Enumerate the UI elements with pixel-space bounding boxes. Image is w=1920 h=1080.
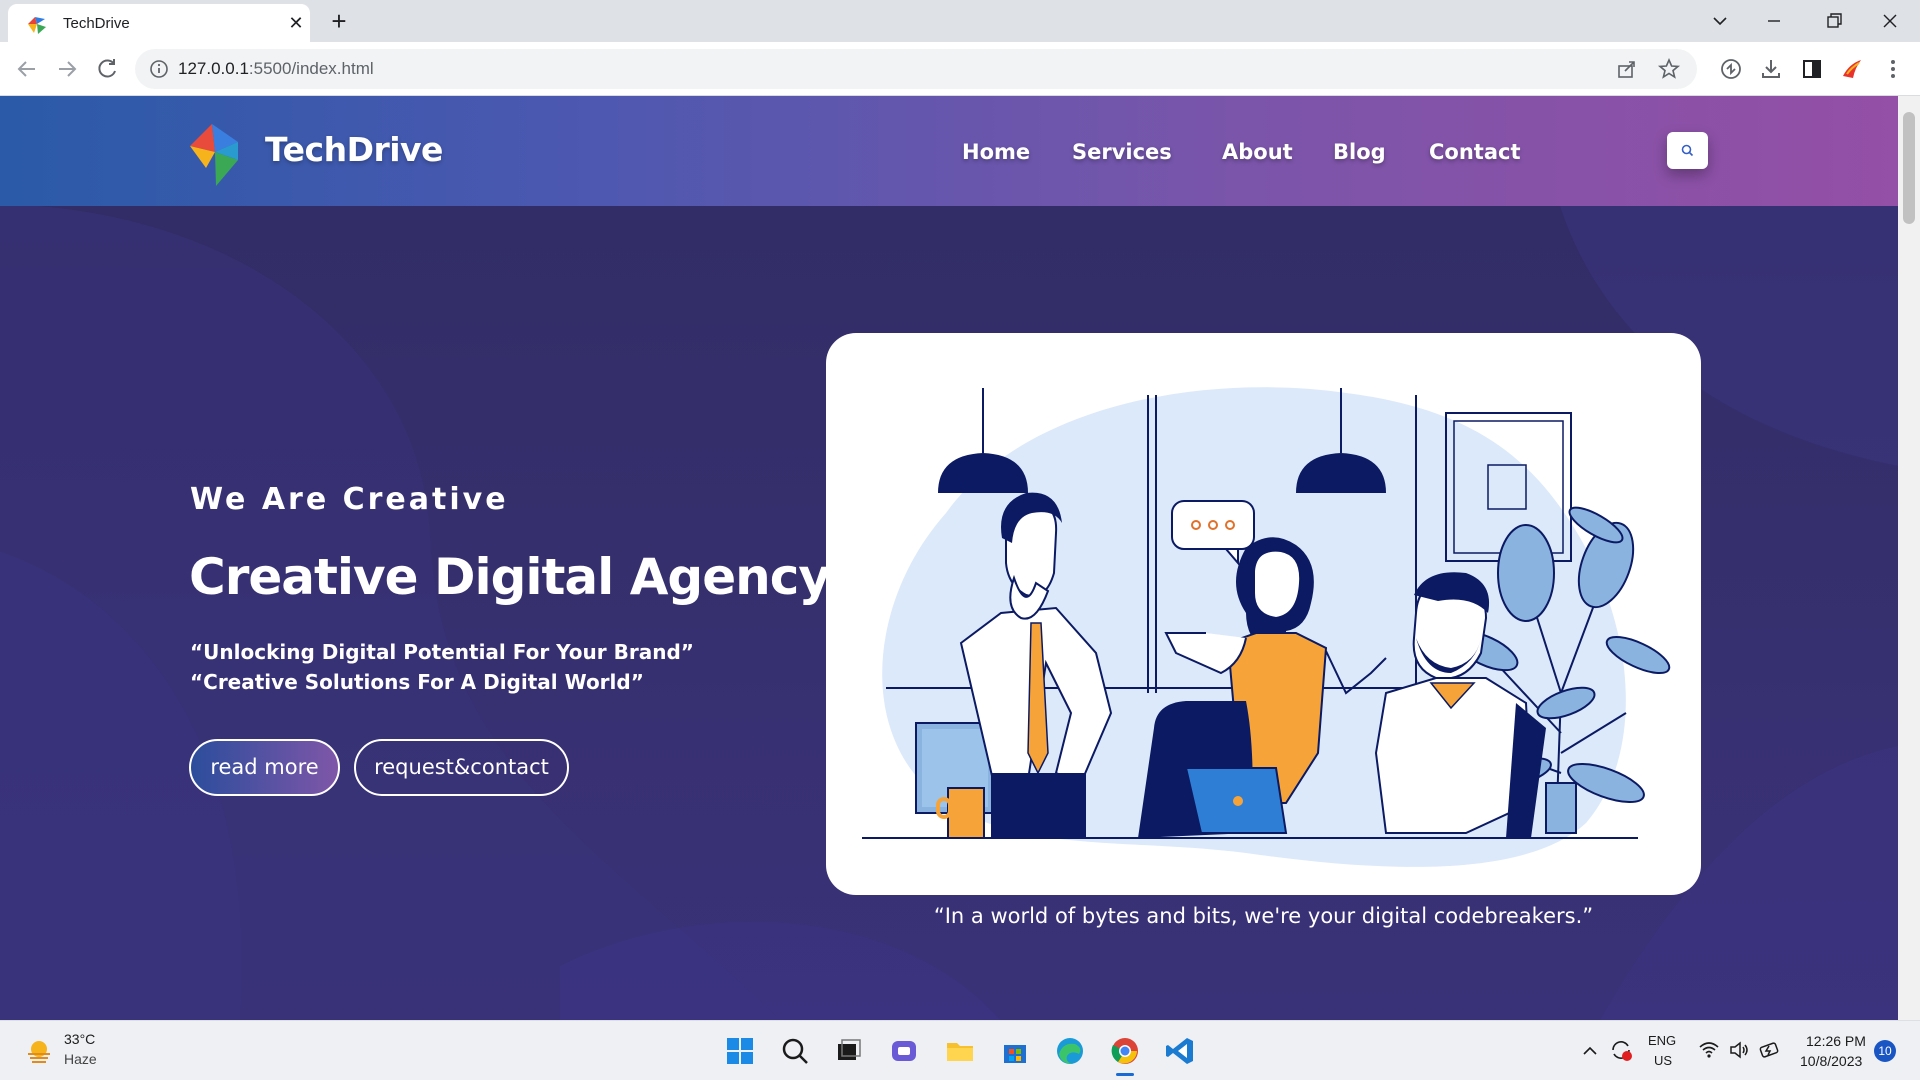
notification-badge[interactable]: 10	[1874, 1040, 1896, 1062]
illustration-caption: “In a world of bytes and bits, we're you…	[933, 904, 1594, 928]
web-page: TechDrive Home Services About Blog Conta…	[0, 96, 1898, 1020]
site-info-icon[interactable]	[149, 59, 169, 79]
scrollbar-thumb[interactable]	[1903, 112, 1915, 224]
nav-blog[interactable]: Blog	[1333, 140, 1386, 164]
edge-browser-icon[interactable]	[1053, 1034, 1087, 1068]
tab-search-chevron-icon[interactable]	[1700, 6, 1740, 36]
active-app-indicator	[1116, 1073, 1134, 1076]
file-explorer-icon[interactable]	[943, 1034, 977, 1068]
browser-tab[interactable]: TechDrive ✕	[8, 4, 310, 42]
forward-arrow-icon[interactable]	[50, 52, 84, 86]
chrome-menu-icon[interactable]	[1878, 54, 1908, 84]
teams-chat-icon[interactable]	[887, 1034, 921, 1068]
hero-illustration-card	[826, 333, 1701, 895]
weather-haze-icon[interactable]	[24, 1036, 54, 1066]
site-header: TechDrive Home Services About Blog Conta…	[0, 96, 1898, 206]
close-tab-icon[interactable]: ✕	[284, 11, 308, 35]
nav-services[interactable]: Services	[1072, 140, 1172, 164]
share-icon[interactable]	[1615, 57, 1639, 81]
url-text: 127.0.0.1:5500/index.html	[178, 59, 374, 79]
side-panel-icon[interactable]	[1797, 54, 1827, 84]
download-icon[interactable]	[1756, 54, 1786, 84]
language-indicator-bottom[interactable]: US	[1654, 1053, 1672, 1068]
task-view-icon[interactable]	[832, 1034, 866, 1068]
chrome-browser-icon[interactable]	[1108, 1034, 1142, 1068]
search-button[interactable]	[1667, 132, 1708, 169]
clock-date[interactable]: 10/8/2023	[1800, 1053, 1862, 1069]
read-more-button[interactable]: read more	[189, 739, 340, 796]
hero-headline: Creative Digital Agency	[189, 548, 831, 606]
restore-icon[interactable]	[1814, 6, 1854, 36]
search-taskbar-icon[interactable]	[778, 1034, 812, 1068]
url-omnibox[interactable]: 127.0.0.1:5500/index.html	[135, 49, 1697, 89]
wifi-icon[interactable]	[1698, 1039, 1720, 1061]
team-discussion-illustration	[862, 387, 1671, 867]
hero-tagline: We Are Creative	[190, 482, 509, 517]
sync-status-icon[interactable]	[1608, 1037, 1634, 1063]
extension-bird-icon[interactable]	[1837, 54, 1867, 84]
show-hidden-icons-chevron-icon[interactable]	[1580, 1041, 1600, 1061]
tab-title: TechDrive	[63, 15, 130, 32]
back-arrow-icon[interactable]	[10, 52, 44, 86]
windows-start-icon[interactable]	[723, 1034, 757, 1068]
new-tab-button[interactable]: +	[324, 6, 354, 36]
browser-tab-strip: TechDrive ✕ +	[0, 0, 1920, 42]
microsoft-store-icon[interactable]	[998, 1034, 1032, 1068]
page-scrollbar[interactable]	[1898, 96, 1920, 1020]
hero-quote-1: “Unlocking Digital Potential For Your Br…	[190, 640, 694, 664]
nav-contact[interactable]: Contact	[1429, 140, 1521, 164]
weather-temperature[interactable]: 33°C	[64, 1031, 95, 1047]
url-path: :5500/index.html	[248, 59, 374, 78]
extension-sync-icon[interactable]	[1716, 54, 1746, 84]
techdrive-favicon-icon	[28, 17, 46, 34]
address-bar-row: 127.0.0.1:5500/index.html	[0, 42, 1920, 96]
bookmark-star-icon[interactable]	[1657, 57, 1681, 81]
weather-description[interactable]: Haze	[64, 1051, 97, 1067]
techdrive-logo-icon[interactable]	[188, 116, 242, 188]
volume-icon[interactable]	[1728, 1039, 1750, 1061]
minimize-icon[interactable]	[1754, 6, 1794, 36]
search-icon	[1681, 144, 1694, 157]
url-host: 127.0.0.1	[178, 59, 249, 78]
request-contact-button[interactable]: request&contact	[354, 739, 569, 796]
nav-home[interactable]: Home	[962, 140, 1030, 164]
language-indicator-top[interactable]: ENG	[1648, 1033, 1676, 1048]
nav-about[interactable]: About	[1222, 140, 1293, 164]
close-window-icon[interactable]	[1870, 6, 1910, 36]
reload-icon[interactable]	[90, 52, 124, 86]
battery-charging-icon[interactable]	[1758, 1039, 1782, 1061]
windows-taskbar: 33°C Haze ENG US 12:26 PM 10/8/2023 10	[0, 1020, 1920, 1080]
hero-quote-2: “Creative Solutions For A Digital World”	[190, 670, 644, 694]
vscode-icon[interactable]	[1163, 1034, 1197, 1068]
clock-time[interactable]: 12:26 PM	[1806, 1033, 1866, 1049]
site-brand[interactable]: TechDrive	[265, 130, 443, 169]
